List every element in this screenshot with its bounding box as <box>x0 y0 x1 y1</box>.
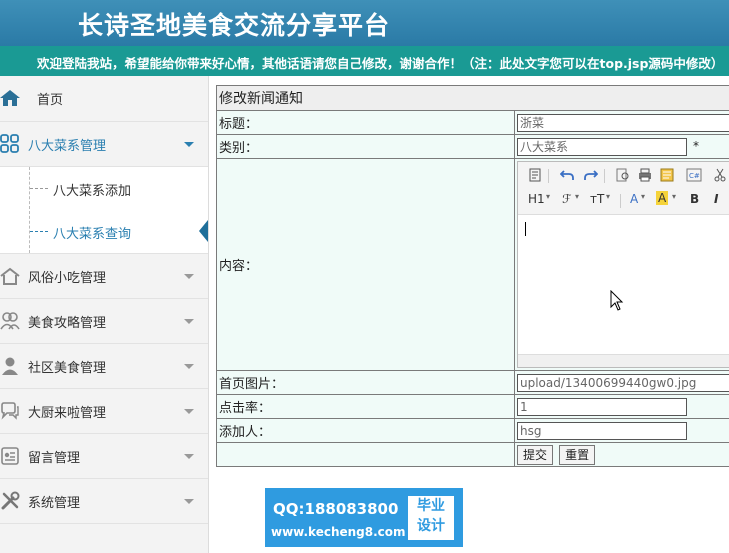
sidebar-item-label: 系统管理 <box>28 496 81 511</box>
editor-toolbar: C# H1 ▾ ℱ ▾ тT ▾ A ▾ A ▾ B I <box>518 162 729 215</box>
notice-text: 欢迎登陆我站，希望能给你带来好心情，其他话语请您自己修改，谢谢合作！（注：此处文… <box>37 56 724 71</box>
chat-icon <box>1 402 19 420</box>
cut-icon[interactable] <box>714 168 726 182</box>
chevron-down-icon <box>184 454 194 459</box>
title-input[interactable]: 浙菜 <box>517 113 729 132</box>
sidebar-item-guides[interactable]: 美食攻略管理 <box>0 299 208 344</box>
chevron-down-icon <box>184 274 194 279</box>
sidebar-item-label: 大厨来啦管理 <box>28 406 107 421</box>
mouse-cursor-icon <box>610 290 624 311</box>
watermark-badge-line2: 设计 <box>417 518 445 534</box>
sidebar-item-snacks[interactable]: 风俗小吃管理 <box>0 254 208 299</box>
tree-dash <box>30 231 48 232</box>
content-label: 内容： <box>216 158 515 371</box>
submenu-item-cuisine-add[interactable]: 八大菜系添加 <box>0 167 208 210</box>
chevron-down-icon <box>184 142 194 147</box>
author-input[interactable]: hsg <box>517 421 687 440</box>
clicks-input[interactable]: 1 <box>517 397 687 416</box>
watermark-qq: QQ:188083800 <box>273 500 399 518</box>
bold-button[interactable]: B <box>690 192 699 206</box>
chevron-down-icon: ▾ <box>641 192 646 201</box>
sidebar-item-label: 首页 <box>37 93 64 108</box>
reset-button[interactable]: 重置 <box>559 444 596 465</box>
active-indicator-icon <box>199 220 208 242</box>
source-icon[interactable] <box>528 168 542 182</box>
editor-scrollbar[interactable] <box>518 354 729 367</box>
submenu-item-label: 八大菜系查询 <box>53 227 132 242</box>
chevron-down-icon <box>184 499 194 504</box>
required-mark: * <box>693 139 699 153</box>
code-icon[interactable]: C# <box>686 168 702 182</box>
user-icon <box>2 357 18 375</box>
sidebar-item-label: 社区美食管理 <box>28 361 107 376</box>
svg-text:C#: C# <box>689 172 700 180</box>
sidebar-item-chefs[interactable]: 大厨来啦管理 <box>0 389 208 434</box>
home-icon <box>0 90 20 106</box>
tools-icon <box>1 491 20 510</box>
main-content: 修改新闻通知 标题： 浙菜 类别： 八大菜系 * 内容： C# H1 ▾ ℱ ▾… <box>216 85 729 467</box>
undo-icon[interactable] <box>560 168 574 182</box>
submenu-item-cuisine-query[interactable]: 八大菜系查询 <box>0 210 208 253</box>
empty-cell <box>216 442 515 467</box>
sidebar: 首页 八大菜系管理 八大菜系添加 八大菜系查询 风俗小吃管理 美食攻略管理 社区… <box>0 76 209 553</box>
sidebar-item-label: 美食攻略管理 <box>28 316 107 331</box>
sidebar-item-label: 风俗小吃管理 <box>28 271 107 286</box>
image-label: 首页图片： <box>216 370 515 395</box>
submit-button[interactable]: 提交 <box>517 444 554 465</box>
heading-dropdown[interactable]: H1 <box>528 192 545 206</box>
grid-icon <box>0 134 19 153</box>
italic-button[interactable]: I <box>714 192 718 206</box>
edit-form-table: 修改新闻通知 标题： 浙菜 类别： 八大菜系 * 内容： C# H1 ▾ ℱ ▾… <box>216 85 729 467</box>
chevron-down-icon <box>184 319 194 324</box>
redo-icon[interactable] <box>584 168 598 182</box>
preview-icon[interactable] <box>616 168 630 182</box>
tree-dash <box>30 188 48 189</box>
users-icon <box>0 312 20 330</box>
author-label: 添加人： <box>216 418 515 443</box>
submenu-cuisine: 八大菜系添加 八大菜系查询 <box>0 167 208 254</box>
watermark-banner: QQ:188083800 www.kecheng8.com 毕业 设计 <box>265 488 463 547</box>
font-family-dropdown[interactable]: ℱ <box>562 192 571 206</box>
template-icon[interactable] <box>660 168 674 182</box>
chevron-down-icon: ▾ <box>672 192 677 201</box>
chevron-down-icon: ▾ <box>546 192 551 201</box>
chevron-down-icon <box>184 364 194 369</box>
sidebar-item-label: 八大菜系管理 <box>28 139 107 154</box>
watermark-badge: 毕业 设计 <box>408 496 454 540</box>
notice-bar: 欢迎登陆我站，希望能给你带来好心情，其他话语请您自己修改，谢谢合作！（注：此处文… <box>0 46 729 76</box>
sidebar-item-messages[interactable]: 留言管理 <box>0 434 208 479</box>
highlight-button[interactable]: A <box>656 191 669 205</box>
font-color-button[interactable]: A <box>630 192 638 206</box>
watermark-url: www.kecheng8.com <box>271 525 406 539</box>
title-label: 标题： <box>216 110 515 135</box>
submenu-item-label: 八大菜系添加 <box>53 184 132 199</box>
rich-text-editor[interactable]: C# H1 ▾ ℱ ▾ тT ▾ A ▾ A ▾ B I <box>517 161 729 368</box>
watermark-badge-line1: 毕业 <box>417 498 445 514</box>
chevron-down-icon: ▾ <box>575 192 580 201</box>
category-select[interactable]: 八大菜系 <box>517 137 687 156</box>
form-icon <box>1 447 19 465</box>
form-heading: 修改新闻通知 <box>216 85 729 111</box>
sidebar-item-cuisine[interactable]: 八大菜系管理 <box>0 122 208 167</box>
site-title: 长诗圣地美食交流分享平台 <box>78 11 391 40</box>
font-size-dropdown[interactable]: тT <box>590 192 604 206</box>
toolbar-separator <box>604 169 605 183</box>
sidebar-item-home[interactable]: 首页 <box>0 76 208 122</box>
sidebar-item-system[interactable]: 系统管理 <box>0 479 208 524</box>
sidebar-item-community[interactable]: 社区美食管理 <box>0 344 208 389</box>
sidebar-item-label: 留言管理 <box>28 451 81 466</box>
toolbar-separator <box>548 169 549 183</box>
image-path-input[interactable]: upload/13400699440gw0.jpg <box>517 373 729 392</box>
print-icon[interactable] <box>638 168 652 182</box>
app-header: 长诗圣地美食交流分享平台 <box>0 0 729 46</box>
chevron-down-icon: ▾ <box>606 192 611 201</box>
category-label: 类别： <box>216 134 515 159</box>
house-icon <box>0 267 20 285</box>
clicks-label: 点击率： <box>216 394 515 419</box>
toolbar-separator <box>620 194 621 208</box>
text-caret <box>525 222 526 236</box>
chevron-down-icon <box>184 409 194 414</box>
